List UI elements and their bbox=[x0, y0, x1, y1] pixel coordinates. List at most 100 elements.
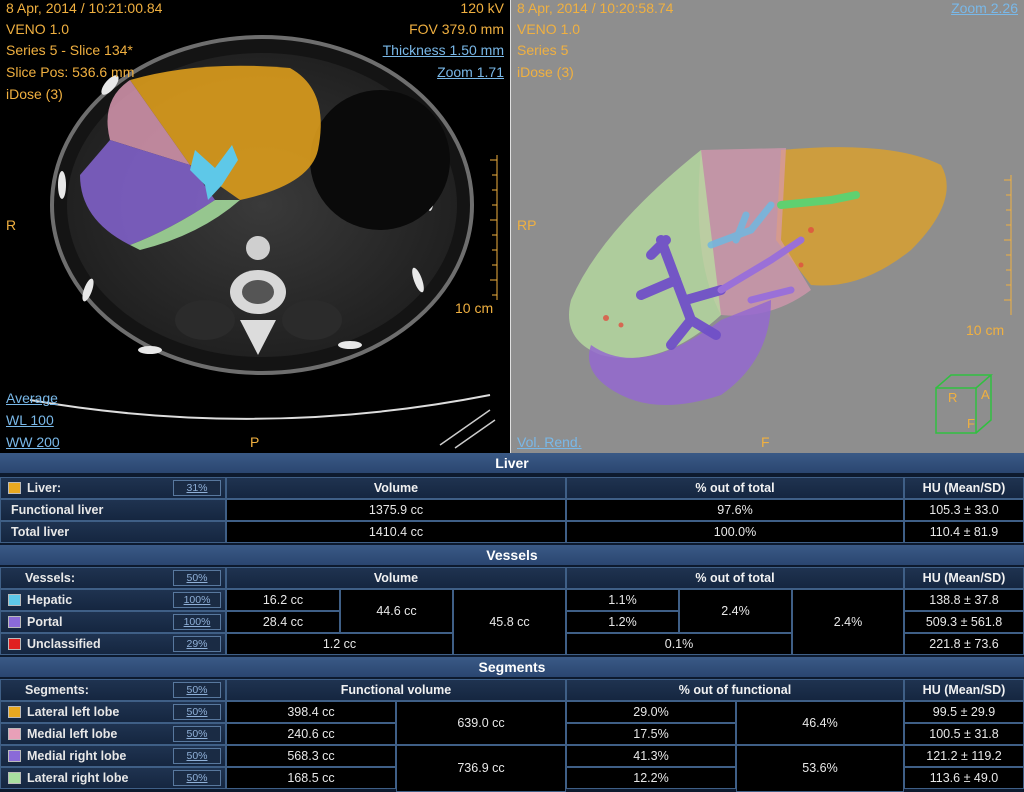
vessels-label: Vessels: bbox=[25, 571, 76, 585]
vessels-col-pct: % out of total bbox=[566, 567, 904, 589]
vessel-row-unclassified: Unclassified 29% bbox=[0, 633, 226, 655]
hepatic-opacity-button[interactable]: 100% bbox=[173, 592, 221, 608]
analysis-tables: Liver Liver: 31% Volume % out of total H… bbox=[0, 453, 1024, 792]
portal-volume: 28.4 cc bbox=[226, 611, 340, 633]
left-render-mode[interactable]: Average bbox=[6, 388, 58, 409]
cube-label-r: R bbox=[948, 390, 958, 405]
segment-row-lateral-right: Lateral right lobe 50% bbox=[0, 767, 226, 789]
vessel-row-portal: Portal 100% bbox=[0, 611, 226, 633]
vessels-col-volume: Volume bbox=[226, 567, 566, 589]
hepatic-volume: 16.2 cc bbox=[226, 589, 340, 611]
liver-row-total-hu: 110.4 ± 81.9 bbox=[904, 521, 1024, 543]
lateral-right-color-swatch[interactable] bbox=[8, 772, 21, 784]
right-protocol: VENO 1.0 bbox=[517, 21, 581, 37]
liver-label-row: Liver: 31% bbox=[0, 477, 226, 499]
right-scale-label: 10 cm bbox=[966, 322, 1005, 338]
left-scale-label: 10 cm bbox=[455, 300, 494, 316]
hepatic-pct: 1.1% bbox=[566, 589, 679, 611]
left-kv: 120 kV bbox=[460, 0, 504, 16]
lateral-left-volume: 398.4 cc bbox=[226, 701, 396, 723]
segments-col-hu: HU (Mean/SD) bbox=[904, 679, 1024, 701]
left-window-width[interactable]: WW 200 bbox=[6, 432, 60, 453]
liver-row-functional-hu: 105.3 ± 33.0 bbox=[904, 499, 1024, 521]
lateral-right-volume: 168.5 cc bbox=[226, 767, 396, 789]
left-slice-pos: Slice Pos: 536.6 mm bbox=[6, 64, 135, 80]
unclassified-hu: 221.8 ± 73.6 bbox=[904, 633, 1024, 655]
lateral-right-name: Lateral right lobe bbox=[27, 771, 129, 785]
vessels-opacity-button[interactable]: 50% bbox=[173, 570, 221, 586]
right-lobes-pct: 53.6% bbox=[736, 745, 904, 792]
axial-ct-viewport[interactable]: 8 Apr, 2014 / 10:21:00.84 VENO 1.0 Serie… bbox=[0, 0, 510, 453]
medial-right-volume: 568.3 cc bbox=[226, 745, 396, 767]
segments-section-title: Segments bbox=[0, 657, 1024, 678]
right-render-mode[interactable]: Vol. Rend. bbox=[517, 432, 582, 453]
lateral-right-opacity-button[interactable]: 50% bbox=[173, 770, 221, 786]
hepatic-color-swatch[interactable] bbox=[8, 594, 21, 606]
unclassified-name: Unclassified bbox=[27, 637, 101, 651]
right-datetime: 8 Apr, 2014 / 10:20:58.74 bbox=[517, 0, 674, 16]
vessels-col-hu: HU (Mean/SD) bbox=[904, 567, 1024, 589]
left-lobes-pct: 46.4% bbox=[736, 701, 904, 745]
medial-left-pct: 17.5% bbox=[566, 723, 736, 745]
hepatic-name: Hepatic bbox=[27, 593, 73, 607]
medial-right-color-swatch[interactable] bbox=[8, 750, 21, 762]
right-orient-rp: RP bbox=[517, 217, 537, 233]
liver-row-functional-volume: 1375.9 cc bbox=[226, 499, 566, 521]
liver-color-swatch[interactable] bbox=[8, 482, 21, 494]
portal-opacity-button[interactable]: 100% bbox=[173, 614, 221, 630]
liver-col-pct: % out of total bbox=[566, 477, 904, 499]
medial-right-hu: 121.2 ± 119.2 bbox=[904, 745, 1024, 767]
left-window-level[interactable]: WL 100 bbox=[6, 410, 54, 431]
vessels-total-pct: 2.4% bbox=[792, 589, 904, 655]
hepatic-hu: 138.8 ± 37.8 bbox=[904, 589, 1024, 611]
hepatic-portal-volume: 44.6 cc bbox=[340, 589, 453, 633]
medial-left-volume: 240.6 cc bbox=[226, 723, 396, 745]
liver-row-functional-pct: 97.6% bbox=[566, 499, 904, 521]
lateral-right-pct: 12.2% bbox=[566, 767, 736, 789]
left-thickness[interactable]: Thickness 1.50 mm bbox=[383, 40, 504, 61]
portal-pct: 1.2% bbox=[566, 611, 679, 633]
medial-right-opacity-button[interactable]: 50% bbox=[173, 748, 221, 764]
segments-label-row: Segments: 50% bbox=[0, 679, 226, 701]
left-recon: iDose (3) bbox=[6, 86, 63, 102]
medial-right-pct: 41.3% bbox=[566, 745, 736, 767]
lateral-left-opacity-button[interactable]: 50% bbox=[173, 704, 221, 720]
right-zoom[interactable]: Zoom 2.26 bbox=[951, 0, 1018, 19]
segment-row-medial-left: Medial left lobe 50% bbox=[0, 723, 226, 745]
vessels-label-row: Vessels: 50% bbox=[0, 567, 226, 589]
liver-label: Liver: bbox=[27, 481, 62, 495]
medial-left-color-swatch[interactable] bbox=[8, 728, 21, 740]
lateral-left-hu: 99.5 ± 29.9 bbox=[904, 701, 1024, 723]
medial-left-hu: 100.5 ± 31.8 bbox=[904, 723, 1024, 745]
segments-opacity-button[interactable]: 50% bbox=[173, 682, 221, 698]
portal-name: Portal bbox=[27, 615, 63, 629]
volume-render-viewport[interactable]: 8 Apr, 2014 / 10:20:58.74 VENO 1.0 Serie… bbox=[511, 0, 1024, 453]
medial-right-name: Medial right lobe bbox=[27, 749, 127, 763]
liver-row-total-volume: 1410.4 cc bbox=[226, 521, 566, 543]
vessel-row-hepatic: Hepatic 100% bbox=[0, 589, 226, 611]
portal-color-swatch[interactable] bbox=[8, 616, 21, 628]
lateral-left-color-swatch[interactable] bbox=[8, 706, 21, 718]
vessels-section-title: Vessels bbox=[0, 545, 1024, 566]
unclassified-opacity-button[interactable]: 29% bbox=[173, 636, 221, 652]
left-datetime: 8 Apr, 2014 / 10:21:00.84 bbox=[6, 0, 163, 16]
portal-hu: 509.3 ± 561.8 bbox=[904, 611, 1024, 633]
medial-left-opacity-button[interactable]: 50% bbox=[173, 726, 221, 742]
liver-col-hu: HU (Mean/SD) bbox=[904, 477, 1024, 499]
segments-col-pct: % out of functional bbox=[566, 679, 904, 701]
liver-section-title: Liver bbox=[0, 453, 1024, 474]
hepatic-portal-pct: 2.4% bbox=[679, 589, 792, 633]
left-orient-p: P bbox=[250, 434, 260, 450]
unclassified-volume: 1.2 cc bbox=[226, 633, 453, 655]
liver-opacity-button[interactable]: 31% bbox=[173, 480, 221, 496]
segment-row-medial-right: Medial right lobe 50% bbox=[0, 745, 226, 767]
left-fov: FOV 379.0 mm bbox=[409, 21, 504, 37]
volume-render-image bbox=[569, 147, 1012, 434]
lateral-right-hu: 113.6 ± 49.0 bbox=[904, 767, 1024, 789]
segments-col-volume: Functional volume bbox=[226, 679, 566, 701]
unclassified-color-swatch[interactable] bbox=[8, 638, 21, 650]
left-zoom[interactable]: Zoom 1.71 bbox=[437, 62, 504, 83]
segments-label: Segments: bbox=[25, 683, 89, 697]
right-recon: iDose (3) bbox=[517, 64, 574, 80]
medial-left-name: Medial left lobe bbox=[27, 727, 118, 741]
